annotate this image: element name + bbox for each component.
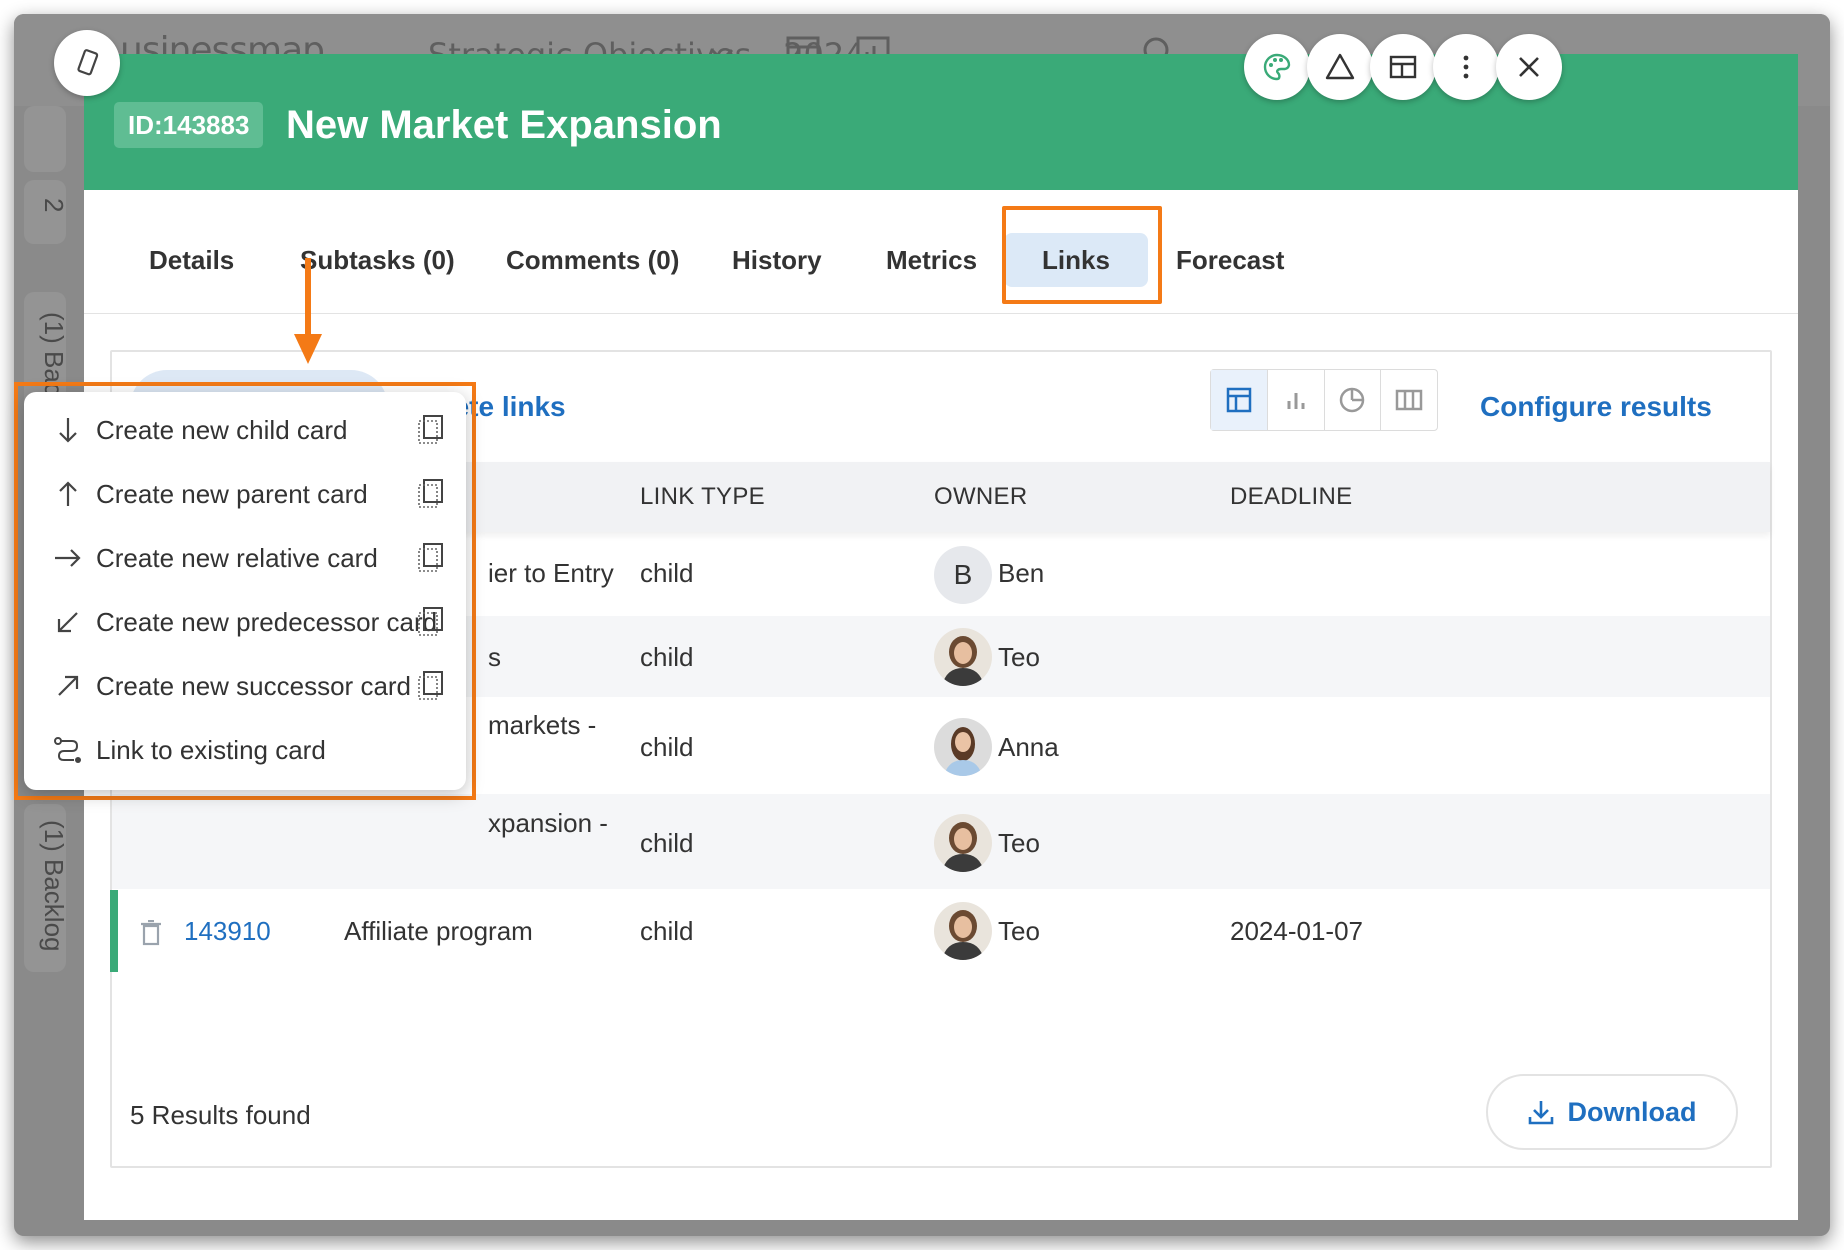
column-header-link-type[interactable]: LINK TYPE	[640, 462, 765, 532]
row-link-type: child	[640, 558, 694, 588]
row-owner: Teo	[998, 642, 1040, 672]
trash-icon[interactable]	[140, 920, 162, 946]
row-owner: Anna	[998, 732, 1059, 762]
arrow-down-icon	[59, 418, 77, 443]
row-link-type: child	[640, 916, 694, 946]
bar-chart-view-button[interactable]	[1268, 370, 1325, 430]
row-link-type: child	[640, 732, 694, 762]
links-tab-highlight	[1002, 206, 1162, 304]
tab-history[interactable]: History	[732, 233, 822, 287]
row-title[interactable]: xpansion -	[488, 806, 608, 840]
background-column-stub	[24, 106, 66, 172]
table-view-button[interactable]	[1211, 370, 1268, 430]
download-label: Download	[1567, 1096, 1697, 1127]
view-switcher	[1210, 369, 1438, 431]
table-row[interactable]: 143910 Affiliate program child Teo 2024-…	[110, 890, 1770, 972]
menu-item-create-child[interactable]: Create new child card	[24, 398, 466, 462]
row-owner: Teo	[998, 916, 1040, 946]
palette-icon	[1263, 53, 1291, 81]
avatar-photo-icon	[934, 628, 992, 686]
avatar: B	[934, 546, 992, 604]
card-title[interactable]: New Market Expansion	[286, 100, 722, 150]
table-view-icon	[1226, 387, 1252, 413]
menu-item-create-predecessor[interactable]: Create new predecessor card	[24, 590, 466, 654]
pie-chart-icon	[1340, 387, 1365, 413]
avatar-photo-icon	[934, 718, 992, 776]
column-header-owner[interactable]: OWNER	[934, 462, 1028, 532]
warning-button[interactable]	[1307, 34, 1373, 100]
copy-card-icon[interactable]	[416, 670, 446, 700]
create-link-menu: Create new child card Create new parent …	[24, 392, 466, 790]
column-header-deadline[interactable]: DEADLINE	[1230, 462, 1352, 532]
layout-icon	[1389, 55, 1417, 79]
avatar	[934, 718, 992, 776]
warning-triangle-icon	[1325, 53, 1355, 80]
menu-item-create-parent[interactable]: Create new parent card	[24, 462, 466, 526]
color-palette-button[interactable]	[1244, 34, 1310, 100]
row-title[interactable]: Affiliate program	[344, 914, 533, 948]
table-row[interactable]: xpansion - child Teo	[112, 794, 1770, 890]
more-options-button[interactable]	[1433, 34, 1499, 100]
row-link-type: child	[640, 642, 694, 672]
layout-button[interactable]	[1370, 34, 1436, 100]
copy-card-icon[interactable]	[416, 606, 446, 636]
tab-metrics[interactable]: Metrics	[886, 233, 977, 287]
menu-item-link-existing[interactable]: Link to existing card	[24, 718, 466, 782]
bar-chart-icon	[1287, 393, 1305, 409]
avatar	[934, 628, 992, 686]
row-accent-bar	[110, 890, 118, 972]
arrow-up-icon	[59, 481, 77, 506]
rotate-device-button[interactable]	[54, 30, 120, 96]
arrow-up-right-icon	[58, 675, 79, 696]
device-icon	[77, 49, 99, 76]
avatar-photo-icon	[934, 814, 992, 872]
close-icon	[1519, 57, 1539, 77]
close-button[interactable]	[1496, 34, 1562, 100]
copy-card-icon[interactable]	[416, 414, 446, 444]
arrow-right-icon	[55, 549, 81, 567]
columns-icon	[1395, 389, 1423, 411]
copy-card-icon[interactable]	[416, 542, 446, 572]
background-column: 2	[24, 180, 69, 244]
avatar-photo-icon	[934, 902, 992, 960]
download-icon	[1528, 1101, 1553, 1125]
tab-forecast[interactable]: Forecast	[1176, 233, 1284, 287]
menu-item-create-successor[interactable]: Create new successor card	[24, 654, 466, 718]
menu-item-label: Create new parent card	[96, 479, 368, 509]
results-count: 5 Results found	[130, 1100, 311, 1130]
menu-item-label: Create new child card	[96, 415, 348, 445]
avatar	[934, 902, 992, 960]
row-deadline: 2024-01-07	[1230, 916, 1363, 946]
pie-chart-view-button[interactable]	[1325, 370, 1382, 430]
menu-item-label: Create new predecessor card	[96, 607, 438, 637]
row-card-id-link[interactable]: 143910	[184, 914, 271, 948]
menu-item-label: Create new successor card	[96, 671, 412, 701]
card-id-badge: ID:143883	[114, 102, 264, 148]
background-column: (1) Backlog	[24, 804, 69, 972]
row-owner: Ben	[998, 558, 1045, 588]
row-title[interactable]: markets -	[488, 708, 596, 742]
configure-results-button[interactable]: Configure results	[1480, 370, 1712, 444]
tab-comments[interactable]: Comments (0)	[506, 233, 679, 287]
copy-card-icon[interactable]	[416, 478, 446, 508]
more-vertical-icon	[1463, 55, 1469, 79]
tab-details[interactable]: Details	[149, 233, 234, 287]
tab-bar: Details Subtasks (0) Comments (0) Histor…	[84, 190, 1798, 314]
row-title[interactable]: ier to Entry	[488, 556, 614, 590]
arrow-down-left-icon	[57, 612, 78, 633]
menu-item-label: Create new relative card	[96, 543, 378, 573]
download-button[interactable]: Download	[1486, 1074, 1738, 1150]
row-link-type: child	[640, 828, 694, 858]
avatar	[934, 814, 992, 872]
columns-view-button[interactable]	[1381, 370, 1437, 430]
menu-item-create-relative[interactable]: Create new relative card	[24, 526, 466, 590]
row-title[interactable]: s	[488, 640, 501, 674]
row-owner: Teo	[998, 828, 1040, 858]
menu-item-label: Link to existing card	[96, 735, 326, 765]
annotation-arrow-icon	[294, 258, 322, 364]
link-path-icon	[54, 737, 81, 763]
